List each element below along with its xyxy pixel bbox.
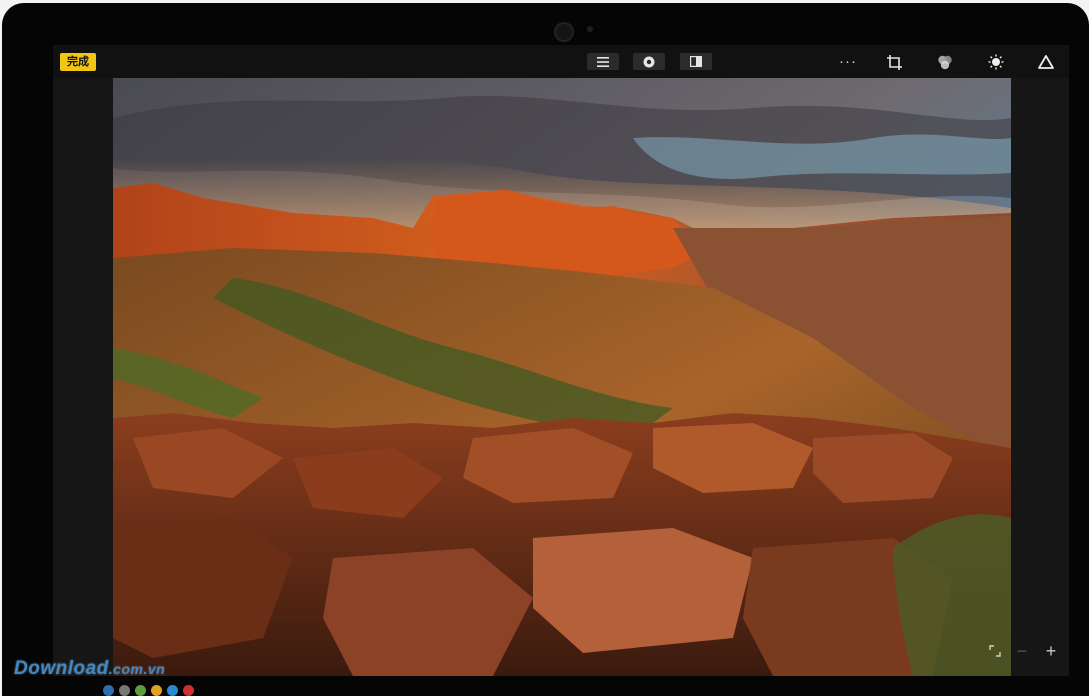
- filter-circle-icon: [643, 56, 655, 67]
- light-adjust-button[interactable]: [984, 51, 1008, 73]
- sensor-icon: [587, 26, 593, 32]
- watermark-dot: [135, 685, 146, 696]
- done-button[interactable]: 完成: [60, 53, 96, 71]
- more-options-button[interactable]: ···: [836, 51, 860, 73]
- list-icon: [597, 56, 609, 67]
- crop-button[interactable]: [882, 51, 906, 73]
- watermark-dot: [183, 685, 194, 696]
- watermark-dot: [167, 685, 178, 696]
- photo-editor-window: 完成 ··· − +: [53, 45, 1069, 676]
- crop-icon: [886, 54, 902, 70]
- presets-button[interactable]: [1034, 51, 1058, 73]
- watermark-dot: [151, 685, 162, 696]
- watermark-suffix: .com.vn: [108, 661, 166, 677]
- fullscreen-button[interactable]: [985, 641, 1005, 661]
- list-view-button[interactable]: [587, 53, 619, 70]
- compare-view-button[interactable]: [680, 53, 712, 70]
- watermark-dot: [119, 685, 130, 696]
- photo-canvas[interactable]: [113, 78, 1011, 676]
- watermark-logo: Download.com.vn: [14, 658, 165, 680]
- zoom-out-button[interactable]: −: [1012, 641, 1032, 661]
- watermark-brand: Download: [14, 658, 109, 679]
- camera-icon: [554, 22, 574, 42]
- top-toolbar: 完成 ···: [53, 45, 1069, 78]
- presets-triangle-icon: [1038, 55, 1054, 69]
- color-adjust-button[interactable]: [933, 51, 957, 73]
- light-adjust-icon: [988, 54, 1004, 70]
- landscape-photo: [113, 78, 1011, 676]
- color-adjust-icon: [938, 55, 952, 69]
- left-panel: [53, 78, 113, 676]
- filter-view-button[interactable]: [633, 53, 665, 70]
- right-panel: [1011, 78, 1069, 676]
- zoom-in-button[interactable]: +: [1041, 641, 1061, 661]
- watermark-dots: [103, 685, 194, 696]
- compare-split-icon: [690, 56, 702, 67]
- more-icon: ···: [839, 53, 857, 70]
- watermark-dot: [103, 685, 114, 696]
- expand-arrows-icon: [989, 645, 1001, 657]
